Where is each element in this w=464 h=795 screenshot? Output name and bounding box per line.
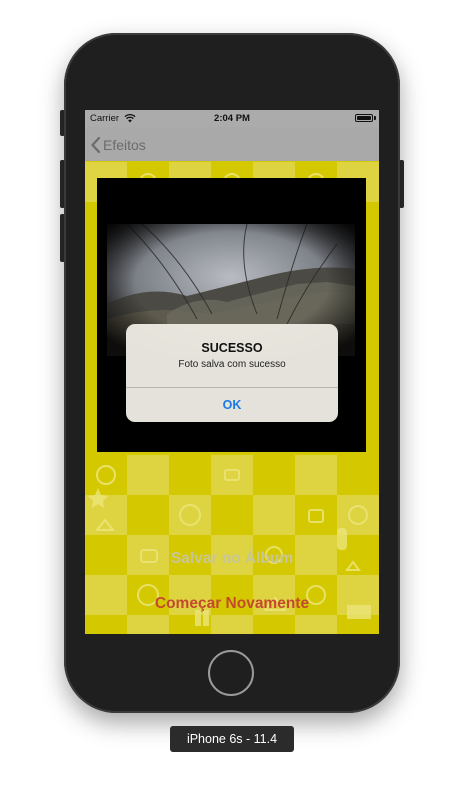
alert-message: Foto salva com sucesso [178,359,286,370]
battery-tip [374,116,376,120]
app-screen: Carrier 2:04 PM Efeitos Salvar no Álbum … [85,110,379,634]
navigation-bar: Efeitos [85,127,379,161]
chevron-left-icon [91,136,101,154]
simulator-stage: Carrier 2:04 PM Efeitos Salvar no Álbum … [0,0,464,795]
start-over-button[interactable]: Começar Novamente [85,595,379,613]
alert-ok-button[interactable]: OK [126,388,338,422]
back-button-label: Efeitos [103,137,146,153]
status-bar: Carrier 2:04 PM [85,110,379,127]
home-button[interactable] [208,650,254,696]
battery-icon [355,114,373,122]
back-button[interactable]: Efeitos [90,135,146,155]
status-time: 2:04 PM [214,113,250,124]
device-label: iPhone 6s - 11.4 [170,726,294,752]
alert-title: SUCESSO [201,341,263,355]
success-alert: SUCESSO Foto salva com sucesso OK [126,324,338,422]
save-to-album-button[interactable]: Salvar no Álbum [85,550,379,568]
